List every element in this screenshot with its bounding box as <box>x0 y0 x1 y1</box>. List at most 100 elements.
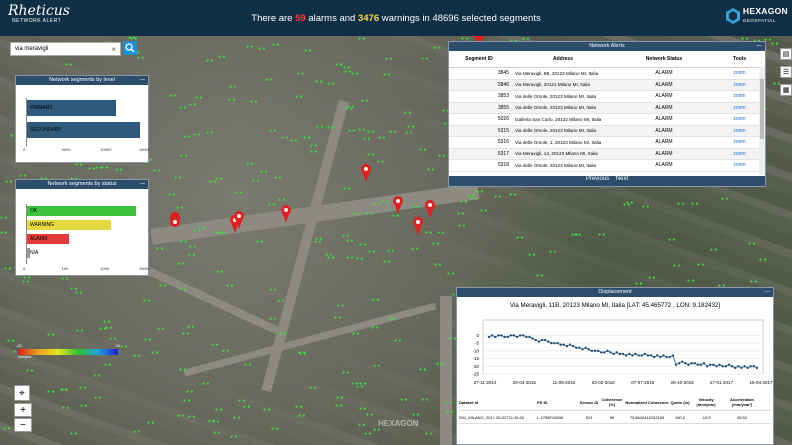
data-point[interactable] <box>690 362 693 365</box>
data-point[interactable] <box>715 365 718 368</box>
data-point[interactable] <box>674 363 678 366</box>
layers-icon[interactable]: ▤ <box>780 48 792 60</box>
clear-search-icon[interactable]: × <box>111 45 116 54</box>
col-network-status[interactable]: Network Status <box>611 56 717 62</box>
data-point[interactable] <box>752 365 756 368</box>
data-point[interactable] <box>724 365 728 368</box>
data-point[interactable] <box>606 349 609 353</box>
data-point[interactable] <box>518 334 522 337</box>
alert-row[interactable]: 3845 Via Meravigli, 9B, 20123 Milano MI, … <box>449 68 765 80</box>
data-point[interactable] <box>637 354 640 357</box>
data-point[interactable] <box>727 363 731 366</box>
data-point[interactable] <box>550 341 553 345</box>
bar-ok[interactable]: OK <box>27 206 137 216</box>
data-point[interactable] <box>668 355 671 359</box>
zoom-out-button[interactable]: − <box>14 418 32 432</box>
minimize-icon[interactable]: — <box>140 76 146 85</box>
data-point[interactable] <box>624 354 628 357</box>
data-point[interactable] <box>509 334 513 337</box>
data-point[interactable] <box>500 334 503 337</box>
data-point[interactable] <box>681 360 684 363</box>
data-point[interactable] <box>503 335 506 339</box>
alert-pin[interactable] <box>393 196 403 214</box>
previous-page-button[interactable]: Previous <box>586 176 609 182</box>
data-point[interactable] <box>755 366 759 370</box>
zoom-link[interactable]: zoom <box>717 116 762 122</box>
data-point[interactable] <box>746 366 749 370</box>
data-point[interactable] <box>730 365 734 368</box>
zoom-link[interactable]: zoom <box>717 128 762 134</box>
data-point[interactable] <box>587 348 590 351</box>
col-segment-id[interactable]: Segment ID <box>449 56 513 62</box>
data-point[interactable] <box>565 345 569 348</box>
data-point[interactable] <box>665 355 668 359</box>
data-point[interactable] <box>497 334 500 337</box>
data-point[interactable] <box>568 343 572 346</box>
alert-row[interactable]: 3853 Via delle Orsole, 20123 Milano MI, I… <box>449 91 765 103</box>
data-point[interactable] <box>599 351 603 354</box>
minimize-icon[interactable]: — <box>140 180 146 189</box>
data-point[interactable] <box>543 338 547 342</box>
alert-row[interactable]: 5315 Via delle Orsole, 20123 Milano MI, I… <box>449 125 765 137</box>
data-point[interactable] <box>571 345 575 348</box>
zoom-link[interactable]: zoom <box>717 139 762 145</box>
grid-icon[interactable]: ▦ <box>780 84 792 96</box>
bar-primary[interactable]: PRIMARY <box>27 100 116 116</box>
data-point[interactable] <box>699 363 703 366</box>
bar-secondary[interactable]: SECONDARY <box>27 122 140 138</box>
zoom-link[interactable]: zoom <box>717 93 762 99</box>
zoom-link[interactable]: zoom <box>717 151 762 157</box>
data-point[interactable] <box>687 363 690 366</box>
data-point[interactable] <box>712 363 715 366</box>
search-button[interactable] <box>123 41 137 55</box>
alert-row[interactable]: 5026 Galleria San Carlo, 20122 Milano MI,… <box>449 114 765 126</box>
data-point[interactable] <box>749 365 752 368</box>
data-point[interactable] <box>494 335 497 339</box>
alert-pin[interactable] <box>413 217 423 235</box>
locate-button[interactable]: ⌖ <box>14 385 30 401</box>
data-point[interactable] <box>578 346 581 349</box>
data-point[interactable] <box>540 338 544 342</box>
data-point[interactable] <box>646 354 650 357</box>
data-point[interactable] <box>618 352 622 356</box>
data-point[interactable] <box>531 337 534 340</box>
alert-row[interactable]: 5318 Via delle Orsole, 20123 Milano MI, I… <box>449 160 765 172</box>
data-point[interactable] <box>596 349 600 353</box>
data-point[interactable] <box>525 335 528 339</box>
data-point[interactable] <box>737 365 740 368</box>
data-point[interactable] <box>718 363 721 366</box>
alert-row[interactable]: 3846 Via Meravigli, 20121 Milano MI, Ital… <box>449 79 765 91</box>
zoom-link[interactable]: zoom <box>717 105 762 111</box>
data-point[interactable] <box>609 351 612 354</box>
data-point[interactable] <box>528 335 531 339</box>
data-point[interactable] <box>693 362 696 365</box>
alert-pin[interactable] <box>361 164 371 182</box>
data-point[interactable] <box>733 366 737 370</box>
zoom-link[interactable]: zoom <box>717 162 762 168</box>
data-point[interactable] <box>709 363 712 366</box>
data-point[interactable] <box>534 338 537 342</box>
data-point[interactable] <box>590 349 594 353</box>
data-point[interactable] <box>490 334 494 337</box>
data-point[interactable] <box>659 355 662 359</box>
minimize-icon[interactable]: — <box>757 42 763 51</box>
data-point[interactable] <box>593 349 597 353</box>
data-point[interactable] <box>559 343 562 346</box>
data-point[interactable] <box>662 354 665 357</box>
data-point[interactable] <box>556 341 559 345</box>
alert-pin[interactable] <box>281 205 291 223</box>
data-point[interactable] <box>721 365 724 368</box>
data-point[interactable] <box>684 362 687 365</box>
data-point[interactable] <box>705 365 709 368</box>
data-point[interactable] <box>640 354 643 357</box>
zoom-link[interactable]: zoom <box>717 70 762 76</box>
data-point[interactable] <box>575 346 578 349</box>
alert-pin[interactable] <box>170 212 181 236</box>
next-page-button[interactable]: Next <box>616 176 628 182</box>
data-point[interactable] <box>506 335 509 339</box>
data-point[interactable] <box>696 363 699 366</box>
minimize-icon[interactable]: — <box>765 288 771 297</box>
data-point[interactable] <box>522 334 525 337</box>
data-point[interactable] <box>584 346 587 349</box>
data-point[interactable] <box>553 341 556 345</box>
